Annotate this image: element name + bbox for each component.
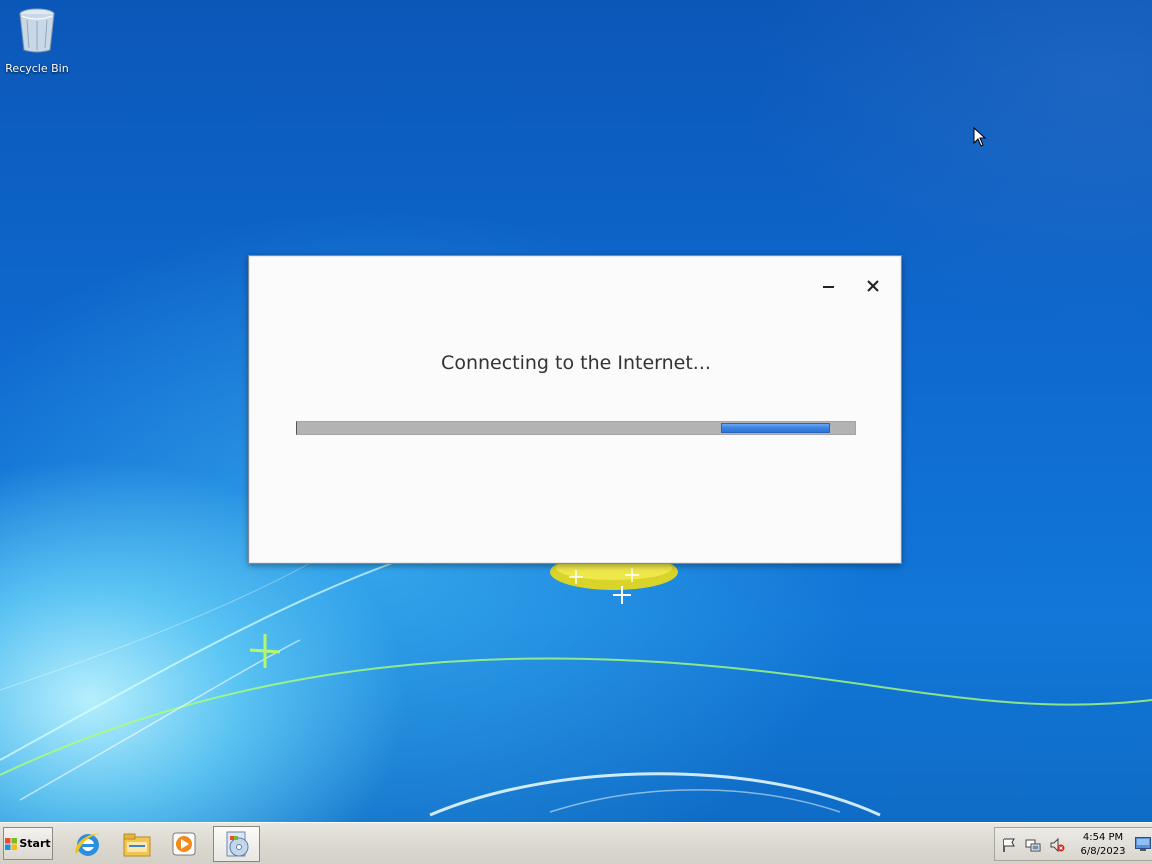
taskbar-internet-explorer[interactable] — [66, 826, 110, 862]
taskbar: Start 4:54 PM 6/8/2023 — [0, 822, 1152, 864]
setup-disc-icon — [226, 831, 248, 857]
volume-muted-icon[interactable] — [1049, 837, 1065, 853]
windows-logo-icon — [5, 837, 18, 850]
network-icon[interactable] — [1025, 837, 1041, 853]
internet-explorer-icon — [75, 833, 101, 856]
minimize-icon — [823, 286, 834, 288]
dialog-frame — [249, 256, 901, 563]
connecting-dialog: Connecting to the Internet... — [248, 255, 902, 564]
start-button[interactable]: Start — [3, 827, 53, 860]
start-label: Start — [19, 837, 51, 850]
close-icon — [867, 280, 879, 292]
close-button[interactable] — [859, 272, 887, 300]
clock-date: 6/8/2023 — [1080, 846, 1126, 857]
recycle-bin-icon — [19, 8, 55, 53]
windows-explorer-icon — [123, 833, 151, 857]
recycle-bin-label: Recycle Bin — [5, 62, 69, 75]
progress-bar — [296, 421, 856, 435]
windows-media-player-icon — [172, 832, 196, 856]
clock-time: 4:54 PM — [1082, 832, 1124, 843]
dialog-message: Connecting to the Internet... — [441, 352, 711, 374]
progress-fill — [721, 423, 830, 433]
mouse-cursor-icon — [973, 127, 987, 147]
taskbar-windows-media-player[interactable] — [162, 826, 206, 862]
show-desktop-icon[interactable] — [1135, 837, 1151, 851]
notification-area: 4:54 PM 6/8/2023 — [994, 827, 1152, 861]
action-center-flag-icon[interactable] — [1001, 837, 1017, 853]
system-clock[interactable]: 4:54 PM 6/8/2023 — [1075, 831, 1131, 859]
taskbar-setup-program[interactable] — [213, 826, 260, 862]
taskbar-windows-explorer[interactable] — [115, 826, 159, 862]
minimize-button[interactable] — [815, 272, 843, 300]
recycle-bin-shortcut[interactable]: Recycle Bin — [4, 6, 70, 75]
